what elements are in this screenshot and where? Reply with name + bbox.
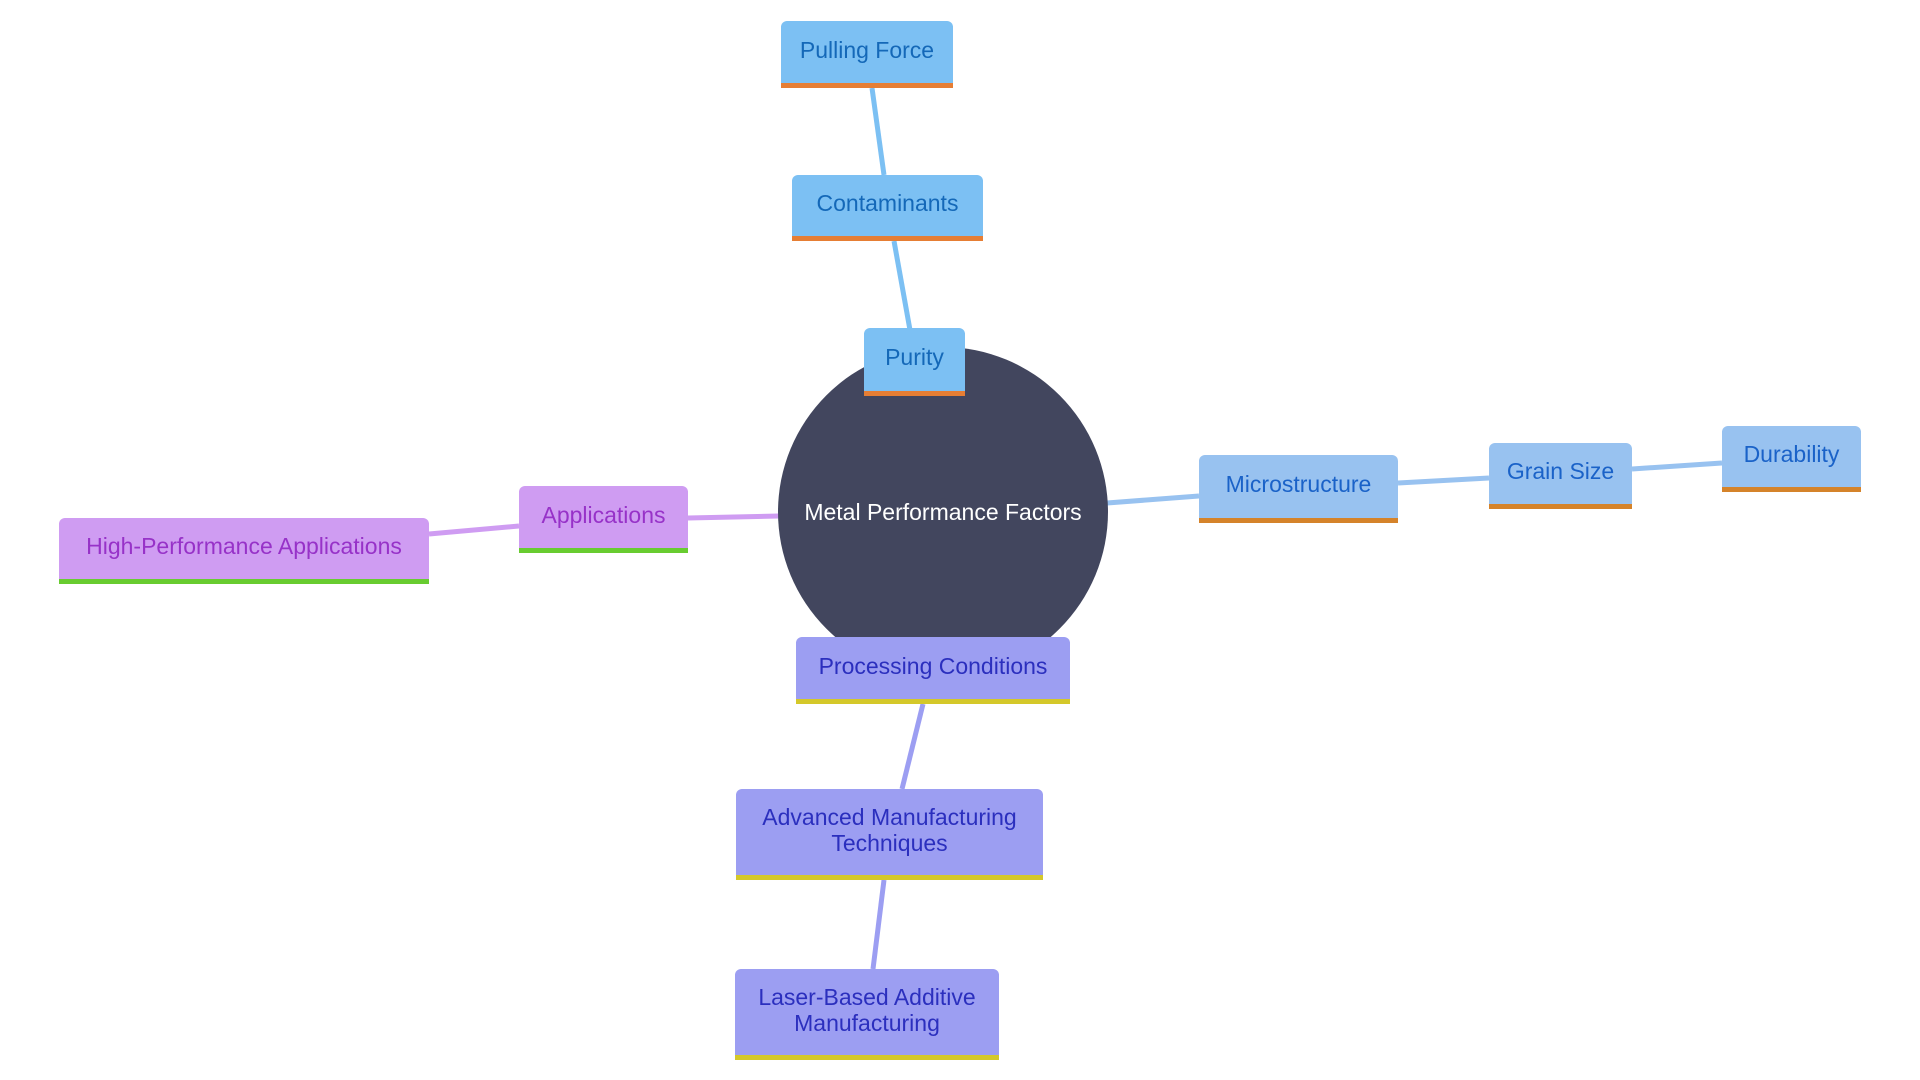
edge-microstructure-grain-size (1397, 475, 1490, 486)
node-label: Advanced Manufacturing Techniques (762, 803, 1017, 856)
node-label: Grain Size (1506, 458, 1615, 484)
node-laser-based-additive-manufacturing[interactable]: Laser-Based Additive Manufacturing (735, 969, 999, 1060)
edge-processing-advanced (899, 703, 926, 790)
edge-purity-contaminants (891, 240, 913, 331)
node-label: Purity (885, 344, 944, 370)
edge-grain-size-durability (1631, 460, 1723, 472)
node-label: Microstructure (1225, 471, 1372, 497)
node-processing-conditions[interactable]: Processing Conditions (796, 637, 1070, 704)
node-label: High-Performance Applications (86, 533, 402, 559)
node-label: Laser-Based Additive Manufacturing (758, 983, 976, 1036)
node-applications[interactable]: Applications (519, 486, 688, 553)
node-label: Pulling Force (799, 36, 935, 63)
node-advanced-manufacturing-techniques[interactable]: Advanced Manufacturing Techniques (736, 789, 1043, 880)
node-pulling-force[interactable]: Pulling Force (781, 21, 953, 88)
node-durability[interactable]: Durability (1722, 426, 1861, 492)
edge-applications-high-performance (428, 523, 520, 537)
edge-contaminants-pulling-force (869, 87, 887, 176)
root-node-label: Metal Performance Factors (804, 498, 1082, 525)
node-high-performance-applications[interactable]: High-Performance Applications (59, 518, 429, 584)
edge-advanced-laser (870, 879, 887, 970)
root-node-metal-performance-factors[interactable]: Metal Performance Factors (778, 347, 1108, 677)
node-label: Contaminants (816, 190, 959, 216)
node-label: Durability (1743, 441, 1840, 467)
node-contaminants[interactable]: Contaminants (792, 175, 983, 241)
edge-root-applications (687, 513, 780, 521)
node-purity[interactable]: Purity (864, 328, 965, 396)
node-label: Processing Conditions (818, 652, 1048, 679)
node-grain-size[interactable]: Grain Size (1489, 443, 1632, 509)
node-microstructure[interactable]: Microstructure (1199, 455, 1398, 523)
node-label: Applications (541, 501, 666, 528)
edge-root-microstructure (1106, 493, 1200, 506)
